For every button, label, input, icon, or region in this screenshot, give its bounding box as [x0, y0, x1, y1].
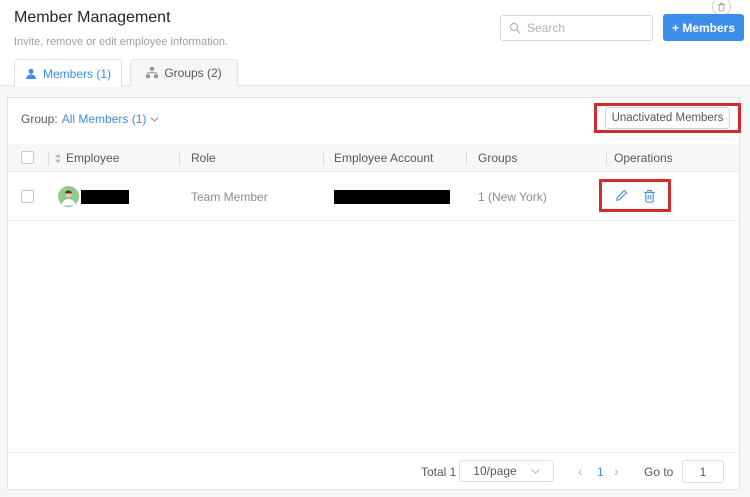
- avatar: [58, 186, 79, 207]
- tab-bar: Members (1) Groups (2): [0, 59, 750, 87]
- delete-icon[interactable]: [643, 189, 657, 203]
- page-size-select[interactable]: 10/page: [459, 460, 554, 482]
- employee-name-redacted: [81, 190, 129, 204]
- unactivated-members-button[interactable]: Unactivated Members: [605, 107, 730, 129]
- chevron-down-icon: [531, 468, 540, 475]
- members-panel: Group: All Members (1) Unactivated Membe…: [7, 97, 741, 490]
- table-header: Employee Role Employee Account Groups Op…: [8, 144, 739, 172]
- tab-members-label: Members (1): [42, 66, 111, 81]
- org-chart-icon: [146, 67, 159, 79]
- page-size-value: 10/page: [473, 464, 517, 478]
- search-input[interactable]: [527, 21, 637, 35]
- cell-groups: 1 (New York): [478, 190, 547, 204]
- header-employee-account: Employee Account: [334, 151, 434, 165]
- group-filter-value: All Members (1): [61, 112, 147, 126]
- pagination-bar: Total 1 10/page ‹ 1 › Go to: [8, 452, 739, 489]
- add-members-button[interactable]: + Members: [663, 14, 744, 41]
- table-row: Team Member 1 (New York): [8, 172, 739, 221]
- group-filter-label: Group:: [21, 112, 58, 126]
- tab-members[interactable]: Members (1): [14, 59, 122, 87]
- header-employee[interactable]: Employee: [66, 151, 119, 165]
- column-divider: [179, 152, 180, 165]
- person-icon: [25, 68, 37, 80]
- goto-page-input[interactable]: [682, 460, 724, 483]
- header-role: Role: [191, 151, 216, 165]
- page-number-1[interactable]: 1: [597, 465, 604, 479]
- prev-page-button[interactable]: ‹: [578, 463, 583, 479]
- select-all-checkbox[interactable]: [21, 151, 34, 164]
- search-box[interactable]: [500, 15, 653, 41]
- next-page-button[interactable]: ›: [614, 463, 619, 479]
- group-filter-dropdown[interactable]: Group: All Members (1): [21, 112, 159, 126]
- page-title: Member Management: [14, 9, 171, 26]
- page-subtitle: Invite, remove or edit employee informat…: [14, 36, 228, 48]
- column-divider: [323, 152, 324, 165]
- tab-groups[interactable]: Groups (2): [130, 59, 238, 86]
- chevron-down-icon: [150, 116, 159, 123]
- employee-account-redacted: [334, 190, 450, 204]
- trash-icon: [717, 2, 726, 12]
- sort-arrows-icon[interactable]: [54, 154, 62, 163]
- goto-label: Go to: [644, 465, 674, 479]
- filter-row: Group: All Members (1) Unactivated Membe…: [8, 98, 741, 144]
- row-checkbox[interactable]: [21, 190, 34, 203]
- column-divider: [48, 152, 49, 165]
- search-icon: [509, 22, 521, 34]
- member-management-screen: Member Management Invite, remove or edit…: [0, 0, 750, 497]
- pagination-total: Total 1: [421, 465, 457, 479]
- tab-groups-label: Groups (2): [164, 66, 222, 80]
- cell-role: Team Member: [191, 190, 268, 204]
- column-divider: [606, 152, 607, 165]
- header-groups: Groups: [478, 151, 518, 165]
- column-divider: [466, 152, 467, 165]
- annotation-box-unactivated: Unactivated Members: [594, 103, 741, 133]
- header-operations: Operations: [614, 151, 673, 165]
- annotation-box-operations: [599, 179, 671, 212]
- edit-icon[interactable]: [614, 189, 628, 203]
